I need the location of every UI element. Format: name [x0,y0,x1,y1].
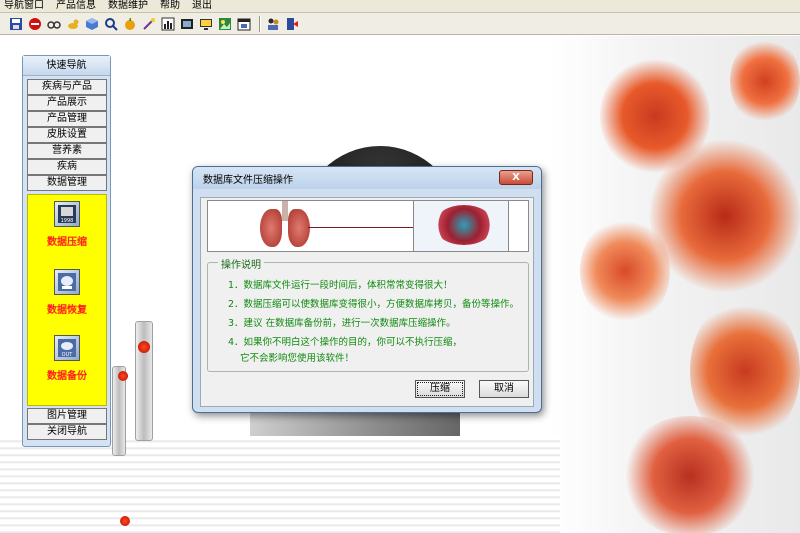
pointer-line [308,227,413,228]
restore-icon [54,269,80,295]
instruction-line: 1．数据库文件运行一段时间后，体积常常变得很大！ [228,280,453,291]
picture-icon[interactable] [217,16,233,32]
banner-inset [413,201,509,251]
close-button[interactable]: X [499,170,533,185]
dialog-titlebar[interactable]: 数据库文件压缩操作 X [193,167,541,189]
compress-button[interactable]: 压缩 [415,380,465,398]
menu-navigation-window[interactable]: 导航窗口 [4,0,44,12]
dialog-title: 数据库文件压缩操作 [203,175,293,186]
cube-icon[interactable] [84,16,100,32]
nav-title: 快速导航 [23,56,110,76]
instruction-line: 它不会影响您使用该软件！ [240,353,355,364]
menu-bar: 导航窗口 产品信息 数据维护 帮助 退出 [0,0,800,13]
quick-nav-panel: 快速导航 疾病与产品 产品展示 产品管理 皮肤设置 营养素 疾病 数据管理 19… [22,55,111,447]
data-compress-label: 数据压缩 [47,237,87,248]
dialog-body: 操作说明 1．数据库文件运行一段时间后，体积常常变得很大！ 2．数据压缩可以使数… [200,197,534,407]
instructions-legend: 操作说明 [218,256,264,271]
instruction-line: 4．如果你不明白这个操作的目的，你可以不执行压缩， [228,337,463,348]
compress-dialog: 数据库文件压缩操作 X 操作说明 1．数据库文件运行一段时间后，体积常常变得很大… [192,166,542,413]
ivy-leaves [580,216,670,326]
nav-item-skin-settings[interactable]: 皮肤设置 [27,127,107,143]
flower-decoration [138,341,150,353]
lung-illustration [288,209,310,247]
toolbar [0,13,800,35]
perfume-bottle [135,321,153,441]
exit-icon[interactable] [284,16,300,32]
flower-decoration [120,516,130,526]
nav-item-image-management[interactable]: 图片管理 [27,408,107,424]
data-restore-tool[interactable]: 数据恢复 [28,269,106,316]
film-icon[interactable] [179,16,195,32]
instructions-group: 操作说明 1．数据库文件运行一段时间后，体积常常变得很大！ 2．数据压缩可以使数… [207,256,529,372]
stop-icon[interactable] [27,16,43,32]
data-backup-tool[interactable]: OUT 数据备份 [28,335,106,382]
wand-icon[interactable] [141,16,157,32]
nav-item-nutrients[interactable]: 营养素 [27,143,107,159]
compress-icon: 1998 [54,201,80,227]
monitor-icon[interactable] [198,16,214,32]
people-icon[interactable] [265,16,281,32]
menu-product-info[interactable]: 产品信息 [56,0,96,12]
backup-icon-badge: OUT [62,352,74,358]
banner-image [207,200,529,252]
data-tools-panel: 1998 数据压缩 数据恢复 OUT 数据备份 [27,194,107,406]
cancel-button[interactable]: 取消 [479,380,529,398]
backup-icon: OUT [54,335,80,361]
menu-help[interactable]: 帮助 [160,0,180,12]
alveoli-illustration [434,205,494,245]
chart-icon[interactable] [160,16,176,32]
water-reflection [0,436,560,533]
apple-icon[interactable] [122,16,138,32]
flower-decoration [118,371,128,381]
save-icon[interactable] [8,16,24,32]
data-backup-label: 数据备份 [47,371,87,382]
magnifier-icon[interactable] [103,16,119,32]
data-restore-label: 数据恢复 [47,305,87,316]
toolbar-separator [259,15,261,32]
compress-icon-badge: 1998 [61,218,74,224]
instruction-line: 2．数据压缩可以使数据库变得很小，方便数据库拷贝，备份等操作。 [228,299,520,310]
nav-item-data-management[interactable]: 数据管理 [27,175,107,191]
nav-item-product-display[interactable]: 产品展示 [27,95,107,111]
nav-item-diseases[interactable]: 疾病 [27,159,107,175]
ivy-leaves [730,36,800,126]
ivy-leaves [620,416,760,533]
nav-item-close-navigation[interactable]: 关闭导航 [27,424,107,440]
glasses-icon[interactable] [46,16,62,32]
data-compress-tool[interactable]: 1998 数据压缩 [28,201,106,248]
menu-exit[interactable]: 退出 [192,0,212,12]
calendar-icon[interactable] [236,16,252,32]
instruction-line: 3．建议 在数据库备份前，进行一次数据库压缩操作。 [228,318,456,329]
nav-item-product-management[interactable]: 产品管理 [27,111,107,127]
menu-data-maintenance[interactable]: 数据维护 [108,0,148,12]
ivy-leaves [650,136,800,296]
nav-item-disease-products[interactable]: 疾病与产品 [27,79,107,95]
duck-icon[interactable] [65,16,81,32]
lung-illustration [260,209,282,247]
